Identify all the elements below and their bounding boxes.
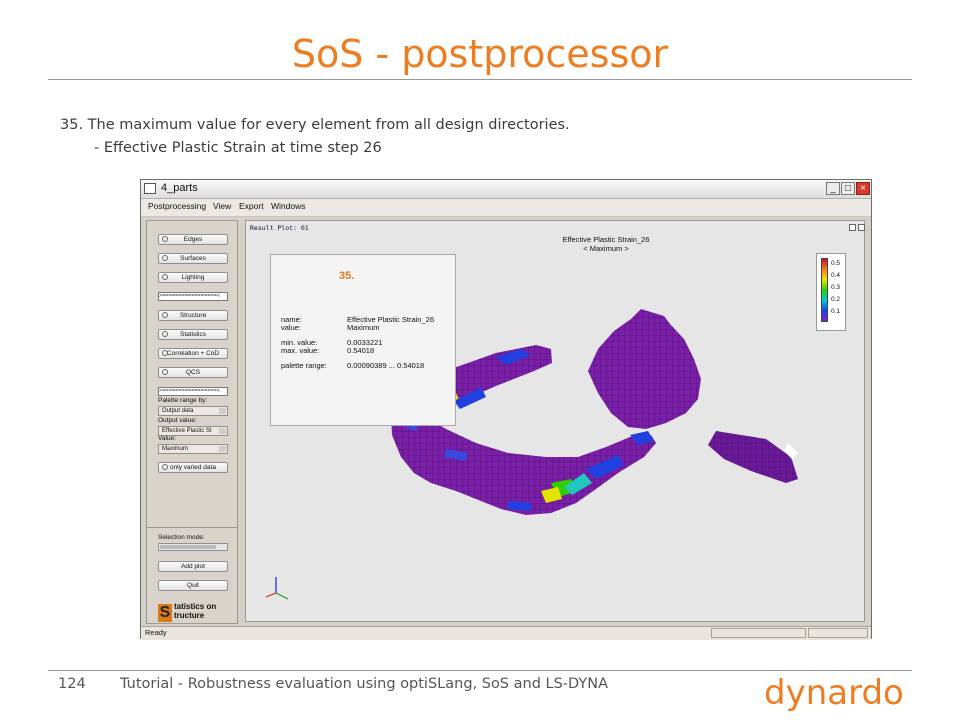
window-app-icon [144,183,156,194]
radio-icon [162,236,168,242]
surfaces-button[interactable]: Surfaces [158,253,228,264]
qcs-label: QCS [185,369,201,376]
status-cell [808,628,868,638]
palette-range-label: Palette range by: [158,397,208,404]
sos-brand-line1: tatistics on [174,602,217,611]
menu-export[interactable]: Export [239,201,264,211]
axis-triad [265,577,289,600]
palette-range-value: Output data [162,408,194,414]
lighting-label: Lighting [181,274,205,281]
correlation-label: Correlation + CoD [166,350,220,357]
only-varied-label: only varied data [170,464,216,471]
menu-postprocessing[interactable]: Postprocessing [148,201,206,211]
title-divider [48,79,912,80]
legend-tick: 0.5 [831,260,841,267]
status-bar: Ready [141,626,871,640]
sos-brand-text: tatistics on tructure [174,602,216,620]
only-varied-data-button[interactable]: only varied data [158,462,228,473]
dynardo-logo: dynardo [764,673,904,713]
edges-button[interactable]: Edges [158,234,228,245]
radio-icon [162,274,168,280]
lighting-button[interactable]: Lighting [158,272,228,283]
value-value: Maximum [347,323,380,332]
value-select-value: Maximum [162,446,189,452]
structure-button[interactable]: Structure [158,310,228,321]
correlation-button[interactable]: Correlation + CoD [158,348,228,359]
info-box: 35. name: Effective Plastic Strain_26 va… [270,254,456,426]
chevron-down-icon [219,408,226,414]
radio-icon [162,464,168,470]
output-value-label: Output value: [158,417,197,424]
minimize-button[interactable]: _ [826,182,840,195]
chevron-down-icon [219,446,226,452]
value-select[interactable]: Maximum [158,444,228,454]
legend-tick: 0.3 [831,284,841,291]
footer-text: Tutorial - Robustness evaluation using o… [120,676,609,692]
menu-windows[interactable]: Windows [271,201,305,211]
page-number: 124 [58,676,86,692]
window-titlebar[interactable]: 4_parts _ □ × [141,180,871,199]
color-legend: 0.5 0.4 0.3 0.2 0.1 [816,253,846,331]
status-cell [711,628,806,638]
surfaces-label: Surfaces [180,255,206,262]
selection-mode-slider[interactable] [158,543,228,551]
radio-icon [162,312,168,318]
legend-tick: 0.4 [831,272,841,279]
status-text: Ready [145,628,167,637]
slider-knob[interactable] [160,545,216,549]
app-window: 4_parts _ □ × Postprocessing View Export… [140,179,872,640]
menu-view[interactable]: View [213,201,231,211]
description-subline: - Effective Plastic Strain at time step … [94,140,382,156]
control-panel: Edges Surfaces Lighting >===============… [146,220,238,624]
palette-range-select[interactable]: Output data [158,406,228,416]
output-value-value: Effective Plastic St [162,428,212,434]
slide-title: SoS - postprocessor [291,32,669,76]
separator: >=================< [158,387,228,396]
chevron-down-icon [219,428,226,434]
close-button[interactable]: × [856,182,870,195]
maximize-button[interactable]: □ [841,182,855,195]
add-plot-label: Add plot [181,563,205,570]
structure-label: Structure [179,312,207,319]
legend-tick: 0.1 [831,308,841,315]
palette-range-key: palette range: [281,361,327,370]
sos-logo: S [158,604,172,622]
lower-flange-part [708,431,798,483]
radio-icon [162,369,168,375]
design-number: 35. [339,270,355,282]
quit-button[interactable]: Quit [158,580,228,591]
quit-label: Quit [187,582,199,589]
radio-icon [162,350,168,356]
radio-icon [162,255,168,261]
statistics-label: Statistics [179,331,206,338]
panel-divider [147,527,237,528]
value-key: value: [281,323,302,332]
selection-mode-label: Selection mode: [158,534,205,541]
logo-text: dynardo [764,673,904,713]
value-label: Value: [158,435,176,442]
qcs-button[interactable]: QCS [158,367,228,378]
max-value: 0.54018 [347,346,375,355]
add-plot-button[interactable]: Add plot [158,561,228,572]
sos-brand-line2: tructure [174,611,205,620]
max-key: max. value: [281,346,320,355]
palette-range-value-text: 0.00090389 ... 0.54018 [347,361,425,370]
result-plot[interactable]: Result Plot: 01 Effective Plastic Strain… [245,220,865,622]
color-scale-bar [821,258,828,322]
description-line: 35. The maximum value for every element … [60,117,570,133]
legend-tick: 0.2 [831,296,841,303]
menu-bar: Postprocessing View Export Windows [141,199,871,217]
edges-label: Edges [183,236,203,243]
window-title: 4_parts [161,182,198,194]
separator: >=================< [158,292,228,301]
statistics-button[interactable]: Statistics [158,329,228,340]
radio-icon [162,331,168,337]
upper-panel-part [588,309,701,429]
